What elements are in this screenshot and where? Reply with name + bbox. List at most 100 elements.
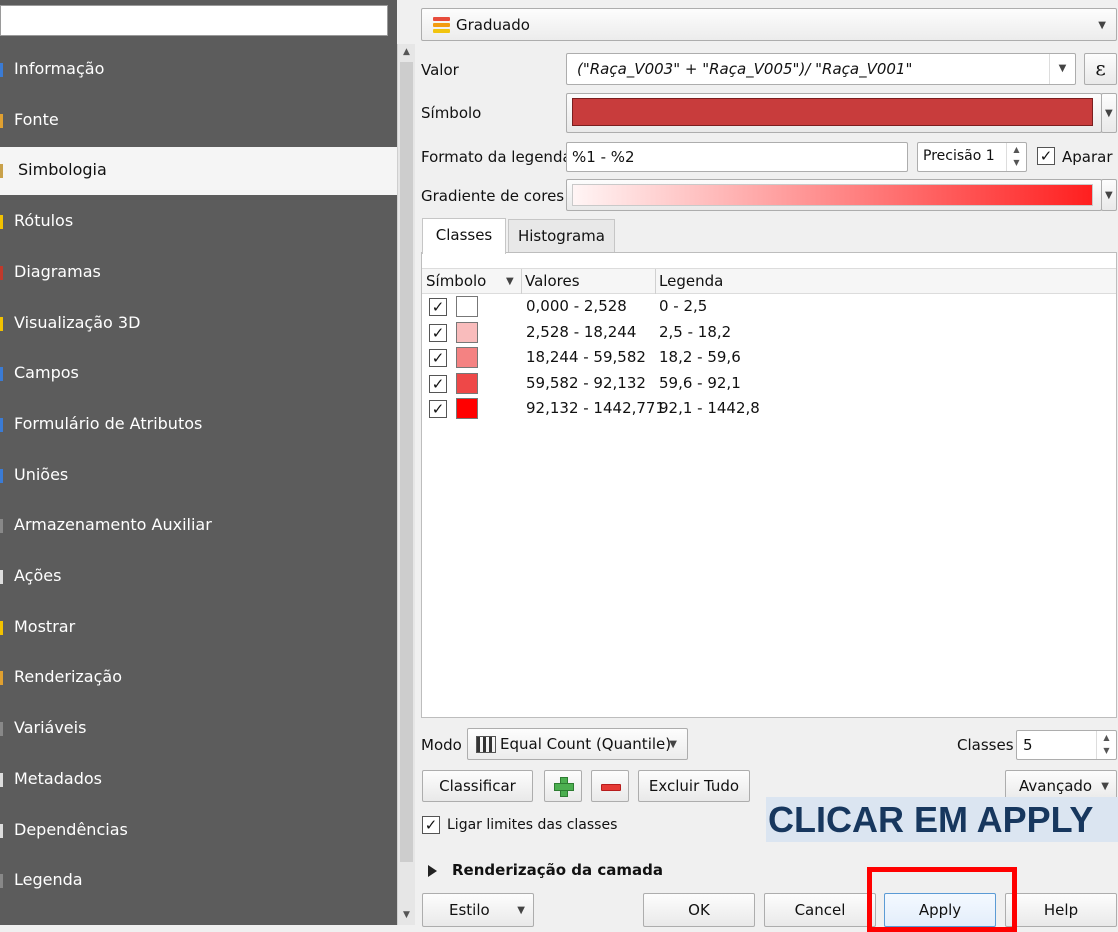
style-button[interactable]: Estilo ▼ [422,893,534,927]
class-color-swatch[interactable] [456,398,478,419]
sidebar-item-icon [0,519,3,534]
sidebar-item[interactable]: Campos [0,350,397,398]
sidebar-item[interactable]: Diagramas [0,249,397,297]
sidebar-item-icon [0,823,3,838]
header-legend[interactable]: Legenda [659,272,723,290]
sidebar-item[interactable]: Dependências [0,807,397,855]
scroll-up-arrow-icon[interactable]: ▲ [398,44,415,60]
expression-button[interactable]: ε [1084,53,1117,85]
classes-label: Classes [957,736,1014,754]
layer-rendering-header[interactable]: Renderização da camada [452,861,663,879]
delete-all-button[interactable]: Excluir Tudo [638,770,750,802]
header-symbol[interactable]: Símbolo [426,272,486,290]
classify-button[interactable]: Classificar [422,770,533,802]
class-visible-checkbox[interactable]: ✓ [429,400,447,418]
sidebar-item[interactable]: Armazenamento Auxiliar [0,502,397,550]
sort-down-icon: ▼ [506,276,514,287]
chevron-down-icon: ▼ [1105,108,1113,119]
sidebar-item[interactable]: Fonte [0,97,397,145]
scroll-down-arrow-icon[interactable]: ▼ [398,907,415,923]
sidebar-item-icon [0,316,3,331]
sidebar-item[interactable]: Variáveis [0,705,397,753]
class-legend[interactable]: 92,1 - 1442,8 [659,399,760,417]
class-values[interactable]: 18,244 - 59,582 [526,348,646,366]
color-ramp-dropdown-button[interactable]: ▼ [1101,179,1117,211]
class-visible-checkbox[interactable]: ✓ [429,349,447,367]
table-row[interactable]: ✓ 59,582 - 92,132 59,6 - 92,1 [422,372,1116,397]
scroll-thumb[interactable] [400,62,413,862]
sidebar-item[interactable]: Informação [0,46,397,94]
tab-histogram[interactable]: Histograma [508,219,615,253]
symbol-button[interactable] [566,93,1102,133]
help-button[interactable]: Help [1005,893,1117,927]
sidebar-item-icon [0,265,3,280]
classes-value: 5 [1023,736,1033,754]
sidebar-item-label: Renderização [14,667,122,687]
sidebar-item[interactable]: Rótulos [0,198,397,246]
remove-class-button[interactable] [591,770,629,802]
sidebar-search-input[interactable] [0,5,388,36]
sidebar-item[interactable]: Formulário de Atributos [0,401,397,449]
symbol-dropdown-button[interactable]: ▼ [1101,93,1117,133]
panel-scrollbar[interactable]: ▲ ▼ [397,44,415,925]
header-values[interactable]: Valores [525,272,580,290]
class-legend[interactable]: 59,6 - 92,1 [659,374,741,392]
chevron-down-icon[interactable]: ▼ [1049,54,1075,84]
trim-checkbox[interactable]: ✓ [1037,147,1055,165]
class-values[interactable]: 92,132 - 1442,771 [526,399,665,417]
add-class-button[interactable] [544,770,582,802]
cancel-button[interactable]: Cancel [764,893,876,927]
spin-arrows-icon[interactable]: ▲ ▼ [1096,731,1116,759]
precision-spinbox[interactable]: Precisão 1 ▲ ▼ [917,142,1027,172]
class-color-swatch[interactable] [456,296,478,317]
link-class-limits-checkbox[interactable]: ✓ [422,816,440,834]
class-color-swatch[interactable] [456,372,478,394]
spin-arrows-icon[interactable]: ▲ ▼ [1006,143,1026,171]
sidebar-item[interactable]: Simbologia [0,147,397,196]
table-row[interactable]: ✓ 0,000 - 2,528 0 - 2,5 [422,295,1116,320]
sidebar-item[interactable]: Legenda [0,857,397,905]
renderer-label: Graduado [456,16,530,34]
chevron-down-icon: ▼ [517,905,525,916]
mode-combo[interactable]: Equal Count (Quantile) ▼ [467,728,688,760]
chevron-down-icon: ▼ [1101,781,1109,792]
value-expression-field[interactable]: ("Raça_V003" + "Raça_V005")/ "Raça_V001"… [566,53,1076,85]
sidebar-item-label: Simbologia [18,160,107,180]
class-values[interactable]: 0,000 - 2,528 [526,297,627,315]
trim-label: Aparar [1062,148,1113,166]
sidebar-item[interactable]: Mostrar [0,604,397,652]
class-visible-checkbox[interactable]: ✓ [429,374,447,393]
class-visible-checkbox[interactable]: ✓ [429,298,447,316]
class-legend[interactable]: 18,2 - 59,6 [659,348,741,366]
table-row[interactable]: ✓ 18,244 - 59,582 18,2 - 59,6 [422,346,1116,371]
class-legend[interactable]: 0 - 2,5 [659,297,707,315]
sidebar-item[interactable]: Uniões [0,452,397,500]
ok-button[interactable]: OK [643,893,755,927]
sidebar-item-label: Formulário de Atributos [14,413,203,433]
sidebar-item-icon [0,63,3,77]
class-legend[interactable]: 2,5 - 18,2 [659,323,731,341]
graduated-renderer-icon [433,17,450,33]
sidebar-item[interactable]: Renderização [0,654,397,702]
legend-format-input[interactable]: %1 - %2 [566,142,908,172]
class-color-swatch[interactable] [456,347,478,368]
sidebar-item[interactable]: Ações [0,553,397,601]
classes-spinbox[interactable]: 5 ▲ ▼ [1016,730,1117,760]
class-visible-checkbox[interactable]: ✓ [429,323,447,342]
sidebar-item-label: Campos [14,363,79,383]
expand-arrow-icon[interactable] [428,865,437,877]
sidebar-item[interactable]: Visualização 3D [0,300,397,348]
advanced-label: Avançado [1019,777,1093,795]
class-values[interactable]: 2,528 - 18,244 [526,323,636,341]
tab-classes[interactable]: Classes [422,218,506,254]
sidebar-item-label: Informação [14,59,105,78]
class-values[interactable]: 59,582 - 92,132 [526,374,646,392]
table-row[interactable]: ✓ 2,528 - 18,244 2,5 - 18,2 [422,321,1116,346]
sidebar-item-icon [0,468,3,483]
color-ramp-button[interactable] [566,179,1102,211]
renderer-combo[interactable]: Graduado ▼ [421,8,1117,41]
sidebar-item[interactable]: Metadados [0,756,397,804]
table-row[interactable]: ✓ 92,132 - 1442,771 92,1 - 1442,8 [422,397,1116,422]
table-header: Símbolo ▼ Valores Legenda [422,268,1116,294]
class-color-swatch[interactable] [456,321,478,343]
